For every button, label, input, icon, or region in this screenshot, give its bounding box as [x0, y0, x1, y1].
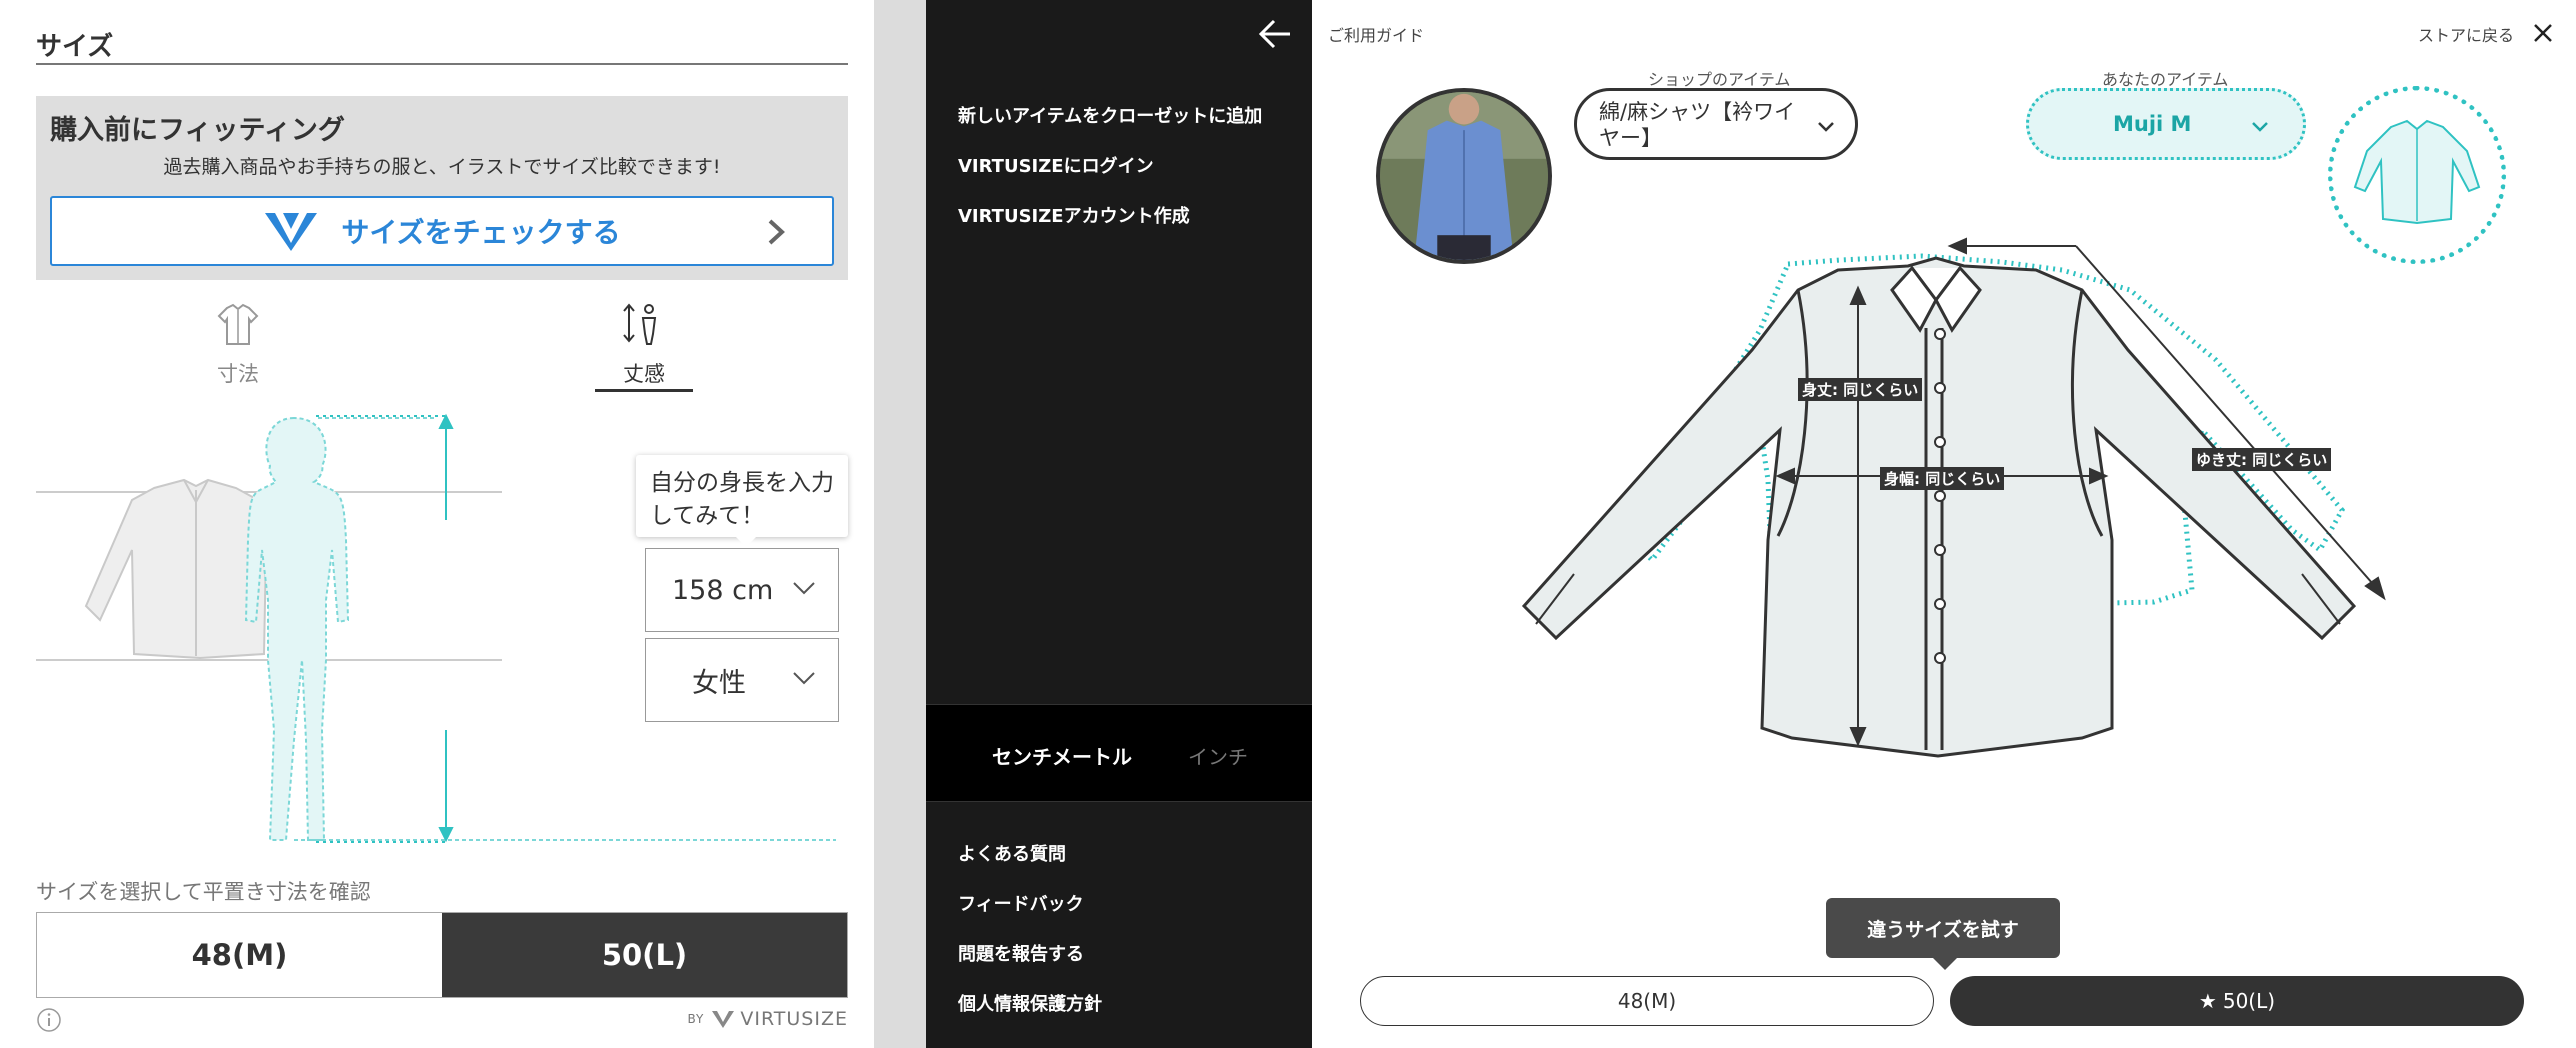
- shop-item-caption: ショップのアイテム: [1648, 70, 1791, 89]
- height-person-icon: [623, 303, 657, 345]
- tab-length-feel[interactable]: 丈感: [600, 300, 688, 388]
- height-select[interactable]: 158 cm: [645, 548, 839, 632]
- size-panel: サイズ 購入前にフィッティング 過去購入商品やお手持ちの服と、イラストでサイズ比…: [0, 0, 874, 1048]
- your-item-select[interactable]: Muji M: [2026, 88, 2306, 160]
- check-size-label: サイズをチェックする: [341, 216, 621, 249]
- comparison-panel: ご利用ガイド ストアに戻る ショップのアイテム 綿/麻シャツ【衿ワイヤー】 あな…: [1312, 0, 2576, 1048]
- compare-size-50l-label: 50(L): [2222, 989, 2276, 1013]
- tab-length-feel-label: 丈感: [623, 362, 665, 386]
- fitting-title: 購入前にフィッティング: [50, 115, 345, 146]
- fitting-subtitle: 過去購入商品やお手持ちの服と、イラストでサイズ比較できます!: [163, 156, 721, 178]
- check-size-button[interactable]: サイズをチェックする: [50, 196, 834, 266]
- active-tab-indicator: [595, 389, 693, 392]
- gender-select[interactable]: 女性: [645, 638, 839, 722]
- measure-label-length: 身丈: 同じくらい: [1798, 378, 1923, 401]
- height-select-value: 158 cm: [672, 574, 774, 606]
- fitting-banner: 購入前にフィッティング 過去購入商品やお手持ちの服と、イラストでサイズ比較できま…: [36, 96, 848, 280]
- virtusize-footer-logo: BY VIRTUSIZE: [687, 1008, 848, 1030]
- tab-dimensions[interactable]: 寸法: [195, 300, 281, 388]
- your-item-caption: あなたのアイテム: [2102, 70, 2229, 89]
- usage-guide-link[interactable]: ご利用ガイド: [1328, 22, 1424, 46]
- unit-toggle: センチメートル インチ: [926, 704, 1312, 802]
- size-option-50l[interactable]: 50(L): [442, 913, 847, 997]
- star-icon: ★: [2198, 989, 2217, 1013]
- arrow-left-icon[interactable]: [1258, 18, 1292, 50]
- your-item-name: Muji M: [2113, 112, 2192, 136]
- size-selector: 48(M) 50(L): [36, 912, 848, 998]
- shop-item-select[interactable]: 綿/麻シャツ【衿ワイヤー】: [1574, 88, 1858, 160]
- virtusize-mark-icon: [712, 1011, 735, 1028]
- height-arrow: [316, 413, 454, 843]
- compare-size-48m[interactable]: 48(M): [1360, 976, 1934, 1026]
- by-label: BY: [687, 1012, 705, 1026]
- unit-centimeter[interactable]: センチメートル: [992, 741, 1132, 770]
- chevron-down-icon: [793, 672, 815, 685]
- measure-label-width: 身幅: 同じくらい: [1880, 467, 2005, 490]
- menu-create-account[interactable]: VIRTUSIZEアカウント作成: [958, 202, 1190, 228]
- divider: [36, 63, 848, 65]
- shirt-comparison-illustration: [1521, 237, 2386, 758]
- menu-faq[interactable]: よくある質問: [958, 840, 1066, 866]
- brand-label: VIRTUSIZE: [740, 1008, 848, 1030]
- close-icon[interactable]: [2532, 22, 2554, 44]
- info-icon[interactable]: [36, 1007, 62, 1033]
- compare-size-50l[interactable]: ★ 50(L): [1950, 976, 2524, 1026]
- back-to-store-link[interactable]: ストアに戻る: [2418, 22, 2514, 46]
- chevron-right-icon: [768, 219, 785, 245]
- try-other-size-tooltip: 違うサイズを試す: [1826, 898, 2060, 970]
- menu-login[interactable]: VIRTUSIZEにログイン: [958, 152, 1154, 178]
- side-menu: 新しいアイテムをクローゼットに追加 VIRTUSIZEにログイン VIRTUSI…: [926, 0, 1312, 1048]
- menu-privacy-policy[interactable]: 個人情報保護方針: [958, 990, 1102, 1016]
- measure-label-sleeve: ゆき丈: 同じくらい: [2192, 448, 2332, 471]
- section-title: サイズ: [36, 32, 114, 62]
- chevron-down-icon: [793, 582, 815, 595]
- virtusize-logo-icon: [265, 213, 318, 251]
- tab-dimensions-label: 寸法: [217, 362, 259, 386]
- gender-select-value: 女性: [692, 667, 746, 699]
- height-input-tooltip: 自分の身長を入力してみて！: [636, 455, 848, 547]
- chevron-down-icon: [2252, 122, 2268, 132]
- shirt-icon: [217, 303, 259, 345]
- chevron-down-icon: [1818, 122, 1834, 132]
- size-option-48m[interactable]: 48(M): [37, 913, 442, 997]
- unit-inch[interactable]: インチ: [1188, 741, 1248, 770]
- menu-add-to-closet[interactable]: 新しいアイテムをクローゼットに追加: [958, 102, 1262, 128]
- menu-feedback[interactable]: フィードバック: [958, 890, 1084, 916]
- shop-item-name: 綿/麻シャツ【衿ワイヤー】: [1599, 100, 1796, 150]
- menu-report-issue[interactable]: 問題を報告する: [958, 940, 1084, 966]
- size-note: サイズを選択して平置き寸法を確認: [36, 880, 371, 904]
